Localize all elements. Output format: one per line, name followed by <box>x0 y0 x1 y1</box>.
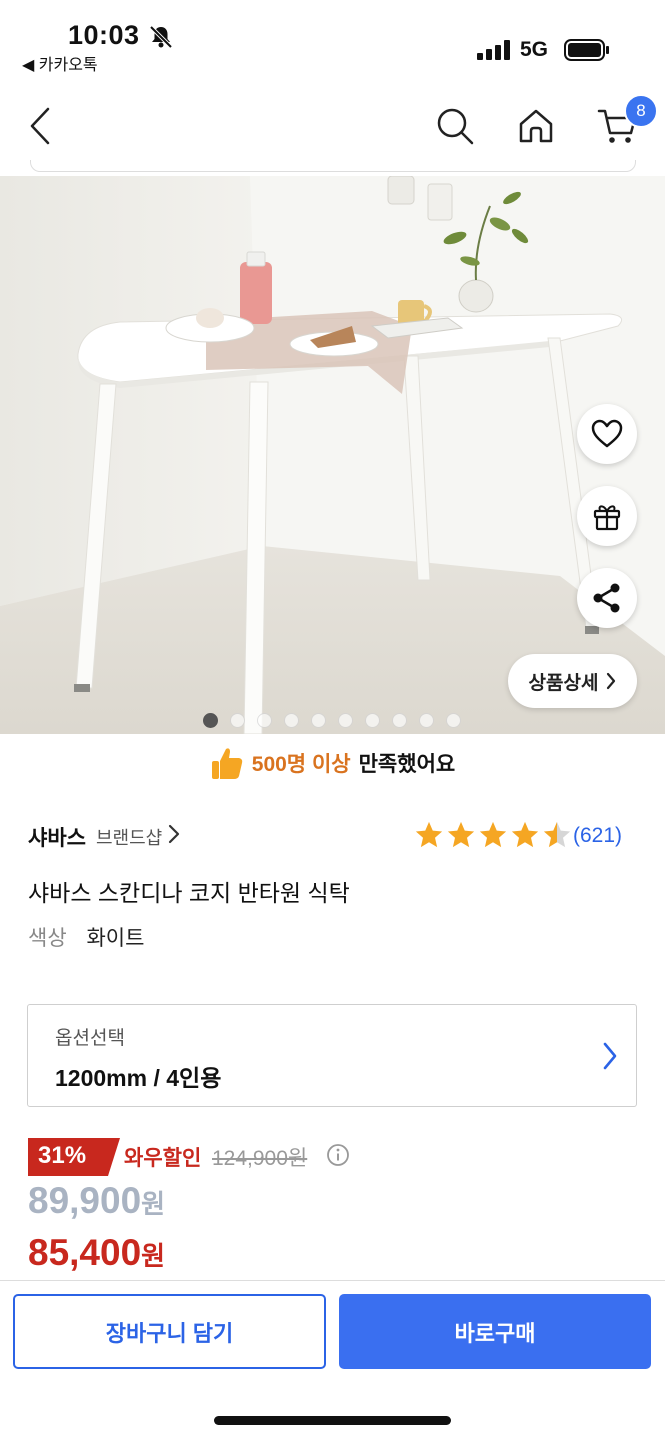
wow-price: 85,400원 <box>28 1232 165 1274</box>
discount-badge: 31% <box>28 1138 120 1176</box>
gallery-dot[interactable] <box>338 713 353 728</box>
product-detail-button[interactable]: 상품상세 <box>508 654 637 708</box>
discount-rate: 31% <box>38 1142 87 1169</box>
gallery-dot[interactable] <box>392 713 407 728</box>
chevron-right-icon <box>168 824 180 844</box>
color-label: 색상 <box>28 927 67 950</box>
star-icon <box>479 821 507 848</box>
heart-icon <box>591 419 623 448</box>
bottom-divider <box>0 1280 665 1281</box>
chevron-right-icon <box>603 1042 617 1070</box>
sale-price-value: 89,900 <box>28 1180 142 1221</box>
info-icon[interactable] <box>326 1143 350 1167</box>
back-button[interactable] <box>12 90 68 162</box>
app-header <box>0 90 665 166</box>
currency-unit: 원 <box>141 1189 166 1219</box>
gallery-dot[interactable] <box>419 713 434 728</box>
gallery-pagination <box>203 713 461 728</box>
search-icon <box>437 108 474 145</box>
brand-name[interactable]: 샤바스 <box>28 822 86 852</box>
star-icon <box>447 821 475 848</box>
back-icon <box>30 107 50 145</box>
cell-signal-icon <box>477 40 510 60</box>
satisfaction-count: 500명 이상 <box>251 753 351 776</box>
gallery-dot[interactable] <box>230 713 245 728</box>
add-to-cart-button[interactable]: 장바구니 담기 <box>13 1294 326 1369</box>
wishlist-button[interactable] <box>577 404 637 464</box>
product-photo-table <box>0 176 665 734</box>
battery-icon <box>564 39 609 61</box>
thumbs-up-icon <box>211 748 242 779</box>
wow-price-value: 85,400 <box>28 1232 142 1273</box>
share-icon <box>593 583 620 613</box>
network-type: 5G <box>520 38 549 61</box>
product-detail-label: 상품상세 <box>528 672 599 694</box>
home-button[interactable] <box>508 90 564 162</box>
option-label: 옵션선택 <box>55 1028 125 1049</box>
scroll-hint <box>30 160 636 172</box>
gallery-dot[interactable] <box>446 713 461 728</box>
review-count[interactable]: (621) <box>573 824 622 848</box>
gallery-dot[interactable] <box>257 713 272 728</box>
color-value: 화이트 <box>86 927 145 950</box>
color-info: 색상 화이트 <box>28 922 144 952</box>
back-to-app-link[interactable]: ◀ 카카오톡 <box>22 51 98 75</box>
search-button[interactable] <box>427 90 483 162</box>
satisfaction-banner: 500명 이상 만족했어요 <box>0 741 665 785</box>
status-time: 10:03 <box>68 20 140 50</box>
original-price: 124,900원 <box>212 1147 308 1170</box>
product-image-gallery[interactable] <box>0 176 665 734</box>
gallery-dot[interactable] <box>365 713 380 728</box>
satisfaction-text: 만족했어요 <box>358 753 456 776</box>
product-title: 샤바스 스칸디나 코지 반타원 식탁 <box>28 880 350 906</box>
currency-unit: 원 <box>141 1241 166 1271</box>
status-bar: 10:03 ◀ 카카오톡 5G <box>0 0 665 80</box>
gift-icon <box>593 505 621 531</box>
share-button[interactable] <box>577 568 637 628</box>
option-value: 1200mm / 4인용 <box>55 1065 222 1091</box>
gallery-dot[interactable] <box>203 713 218 728</box>
star-icon <box>543 821 571 848</box>
star-icon <box>511 821 539 848</box>
brand-rating-row: 샤바스 브랜드샵 (621) <box>28 818 636 854</box>
bell-muted-icon <box>149 25 173 49</box>
home-icon <box>519 109 553 143</box>
brand-shop-link[interactable]: 브랜드샵 <box>96 824 162 850</box>
sale-price: 89,900원 <box>28 1180 165 1222</box>
home-indicator[interactable] <box>214 1416 451 1425</box>
option-select[interactable]: 옵션선택 1200mm / 4인용 <box>27 1004 637 1107</box>
wow-discount-label: 와우할인 <box>124 1147 202 1170</box>
gallery-dot[interactable] <box>311 713 326 728</box>
star-icon <box>415 821 443 848</box>
gallery-dot[interactable] <box>284 713 299 728</box>
star-rating <box>414 820 572 850</box>
cart-count-badge: 8 <box>624 94 658 128</box>
gift-button[interactable] <box>577 486 637 546</box>
buy-now-button[interactable]: 바로구매 <box>339 1294 651 1369</box>
chevron-right-icon <box>607 672 616 690</box>
